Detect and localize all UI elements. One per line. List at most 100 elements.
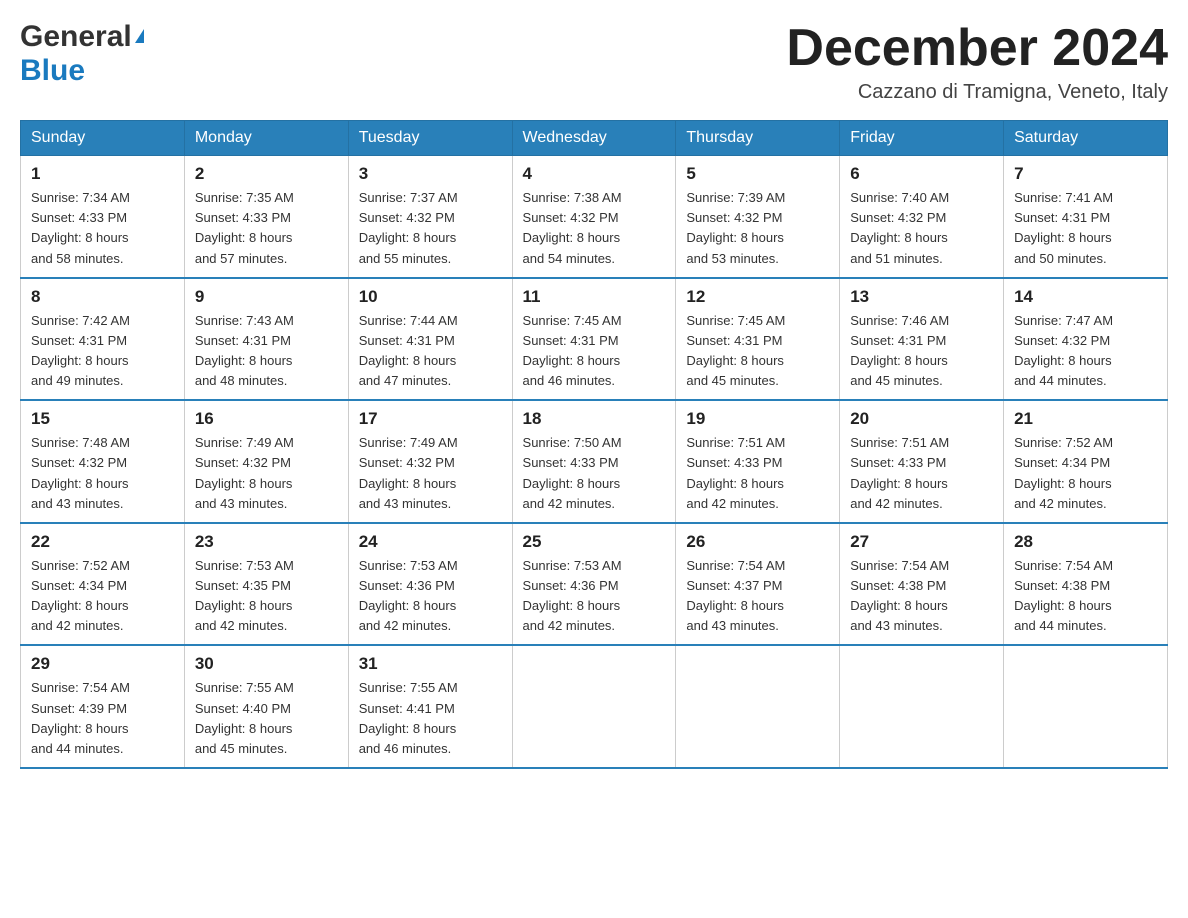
day-number: 8 <box>31 287 174 307</box>
header-thursday: Thursday <box>676 121 840 156</box>
calendar-cell: 25 Sunrise: 7:53 AMSunset: 4:36 PMDayligh… <box>512 523 676 646</box>
day-number: 6 <box>850 164 993 184</box>
day-number: 31 <box>359 654 502 674</box>
day-info: Sunrise: 7:54 AMSunset: 4:37 PMDaylight:… <box>686 556 829 637</box>
day-info: Sunrise: 7:49 AMSunset: 4:32 PMDaylight:… <box>195 433 338 514</box>
day-number: 29 <box>31 654 174 674</box>
calendar-table: SundayMondayTuesdayWednesdayThursdayFrid… <box>20 120 1168 769</box>
logo-triangle-icon <box>135 29 144 43</box>
day-info: Sunrise: 7:39 AMSunset: 4:32 PMDaylight:… <box>686 188 829 269</box>
day-number: 21 <box>1014 409 1157 429</box>
day-info: Sunrise: 7:45 AMSunset: 4:31 PMDaylight:… <box>523 311 666 392</box>
calendar-week-row: 15 Sunrise: 7:48 AMSunset: 4:32 PMDayligh… <box>21 400 1168 523</box>
calendar-cell: 21 Sunrise: 7:52 AMSunset: 4:34 PMDayligh… <box>1004 400 1168 523</box>
calendar-cell: 22Sunrise: 7:52 AMSunset: 4:34 PMDayligh… <box>21 523 185 646</box>
calendar-cell: 2 Sunrise: 7:35 AMSunset: 4:33 PMDaylight… <box>184 156 348 278</box>
day-info: Sunrise: 7:53 AMSunset: 4:36 PMDaylight:… <box>523 556 666 637</box>
location-subtitle: Cazzano di Tramigna, Veneto, Italy <box>786 81 1168 104</box>
header-tuesday: Tuesday <box>348 121 512 156</box>
calendar-cell <box>676 645 840 768</box>
day-number: 14 <box>1014 287 1157 307</box>
header-sunday: Sunday <box>21 121 185 156</box>
day-number: 3 <box>359 164 502 184</box>
header-wednesday: Wednesday <box>512 121 676 156</box>
day-info: Sunrise: 7:44 AMSunset: 4:31 PMDaylight:… <box>359 311 502 392</box>
calendar-cell: 6 Sunrise: 7:40 AMSunset: 4:32 PMDaylight… <box>840 156 1004 278</box>
day-info: Sunrise: 7:55 AMSunset: 4:40 PMDaylight:… <box>195 678 338 759</box>
day-number: 13 <box>850 287 993 307</box>
day-number: 25 <box>523 532 666 552</box>
calendar-cell: 28 Sunrise: 7:54 AMSunset: 4:38 PMDayligh… <box>1004 523 1168 646</box>
day-info: Sunrise: 7:51 AMSunset: 4:33 PMDaylight:… <box>686 433 829 514</box>
calendar-cell: 24Sunrise: 7:53 AMSunset: 4:36 PMDayligh… <box>348 523 512 646</box>
day-number: 15 <box>31 409 174 429</box>
header-friday: Friday <box>840 121 1004 156</box>
day-number: 1 <box>31 164 174 184</box>
header-saturday: Saturday <box>1004 121 1168 156</box>
day-number: 11 <box>523 287 666 307</box>
calendar-cell: 23 Sunrise: 7:53 AMSunset: 4:35 PMDayligh… <box>184 523 348 646</box>
day-info: Sunrise: 7:40 AMSunset: 4:32 PMDaylight:… <box>850 188 993 269</box>
calendar-cell: 16Sunrise: 7:49 AMSunset: 4:32 PMDayligh… <box>184 400 348 523</box>
calendar-cell: 10 Sunrise: 7:44 AMSunset: 4:31 PMDayligh… <box>348 278 512 401</box>
day-number: 23 <box>195 532 338 552</box>
calendar-cell: 3Sunrise: 7:37 AMSunset: 4:32 PMDaylight… <box>348 156 512 278</box>
day-info: Sunrise: 7:43 AMSunset: 4:31 PMDaylight:… <box>195 311 338 392</box>
day-info: Sunrise: 7:54 AMSunset: 4:38 PMDaylight:… <box>850 556 993 637</box>
calendar-cell: 5Sunrise: 7:39 AMSunset: 4:32 PMDaylight… <box>676 156 840 278</box>
calendar-cell <box>1004 645 1168 768</box>
day-number: 4 <box>523 164 666 184</box>
calendar-cell: 29Sunrise: 7:54 AMSunset: 4:39 PMDayligh… <box>21 645 185 768</box>
calendar-week-row: 22Sunrise: 7:52 AMSunset: 4:34 PMDayligh… <box>21 523 1168 646</box>
calendar-cell: 19 Sunrise: 7:51 AMSunset: 4:33 PMDayligh… <box>676 400 840 523</box>
logo: General Blue <box>20 20 144 88</box>
day-number: 22 <box>31 532 174 552</box>
day-info: Sunrise: 7:48 AMSunset: 4:32 PMDaylight:… <box>31 433 174 514</box>
day-number: 28 <box>1014 532 1157 552</box>
day-info: Sunrise: 7:35 AMSunset: 4:33 PMDaylight:… <box>195 188 338 269</box>
day-number: 12 <box>686 287 829 307</box>
day-info: Sunrise: 7:50 AMSunset: 4:33 PMDaylight:… <box>523 433 666 514</box>
day-number: 10 <box>359 287 502 307</box>
calendar-cell: 30 Sunrise: 7:55 AMSunset: 4:40 PMDayligh… <box>184 645 348 768</box>
calendar-cell: 4Sunrise: 7:38 AMSunset: 4:32 PMDaylight… <box>512 156 676 278</box>
day-info: Sunrise: 7:54 AMSunset: 4:38 PMDaylight:… <box>1014 556 1157 637</box>
calendar-cell: 17 Sunrise: 7:49 AMSunset: 4:32 PMDayligh… <box>348 400 512 523</box>
day-number: 2 <box>195 164 338 184</box>
day-info: Sunrise: 7:42 AMSunset: 4:31 PMDaylight:… <box>31 311 174 392</box>
month-title: December 2024 <box>786 20 1168 77</box>
calendar-cell: 31 Sunrise: 7:55 AMSunset: 4:41 PMDayligh… <box>348 645 512 768</box>
day-info: Sunrise: 7:55 AMSunset: 4:41 PMDaylight:… <box>359 678 502 759</box>
calendar-cell: 26Sunrise: 7:54 AMSunset: 4:37 PMDayligh… <box>676 523 840 646</box>
day-number: 19 <box>686 409 829 429</box>
page-header: General Blue December 2024 Cazzano di Tr… <box>20 20 1168 104</box>
day-number: 18 <box>523 409 666 429</box>
day-info: Sunrise: 7:47 AMSunset: 4:32 PMDaylight:… <box>1014 311 1157 392</box>
day-info: Sunrise: 7:49 AMSunset: 4:32 PMDaylight:… <box>359 433 502 514</box>
day-number: 20 <box>850 409 993 429</box>
day-info: Sunrise: 7:46 AMSunset: 4:31 PMDaylight:… <box>850 311 993 392</box>
day-info: Sunrise: 7:52 AMSunset: 4:34 PMDaylight:… <box>1014 433 1157 514</box>
day-info: Sunrise: 7:53 AMSunset: 4:36 PMDaylight:… <box>359 556 502 637</box>
calendar-cell: 8 Sunrise: 7:42 AMSunset: 4:31 PMDaylight… <box>21 278 185 401</box>
calendar-cell: 1 Sunrise: 7:34 AMSunset: 4:33 PMDaylight… <box>21 156 185 278</box>
day-info: Sunrise: 7:41 AMSunset: 4:31 PMDaylight:… <box>1014 188 1157 269</box>
calendar-cell: 11 Sunrise: 7:45 AMSunset: 4:31 PMDayligh… <box>512 278 676 401</box>
calendar-cell: 18 Sunrise: 7:50 AMSunset: 4:33 PMDayligh… <box>512 400 676 523</box>
day-info: Sunrise: 7:34 AMSunset: 4:33 PMDaylight:… <box>31 188 174 269</box>
calendar-week-row: 29Sunrise: 7:54 AMSunset: 4:39 PMDayligh… <box>21 645 1168 768</box>
logo-blue: Blue <box>20 54 85 87</box>
calendar-cell <box>512 645 676 768</box>
title-block: December 2024 Cazzano di Tramigna, Venet… <box>786 20 1168 104</box>
calendar-cell: 7Sunrise: 7:41 AMSunset: 4:31 PMDaylight… <box>1004 156 1168 278</box>
calendar-week-row: 8 Sunrise: 7:42 AMSunset: 4:31 PMDaylight… <box>21 278 1168 401</box>
day-number: 17 <box>359 409 502 429</box>
calendar-cell <box>840 645 1004 768</box>
day-info: Sunrise: 7:45 AMSunset: 4:31 PMDaylight:… <box>686 311 829 392</box>
calendar-week-row: 1 Sunrise: 7:34 AMSunset: 4:33 PMDaylight… <box>21 156 1168 278</box>
calendar-cell: 9Sunrise: 7:43 AMSunset: 4:31 PMDaylight… <box>184 278 348 401</box>
day-info: Sunrise: 7:51 AMSunset: 4:33 PMDaylight:… <box>850 433 993 514</box>
day-number: 27 <box>850 532 993 552</box>
day-info: Sunrise: 7:53 AMSunset: 4:35 PMDaylight:… <box>195 556 338 637</box>
day-number: 30 <box>195 654 338 674</box>
